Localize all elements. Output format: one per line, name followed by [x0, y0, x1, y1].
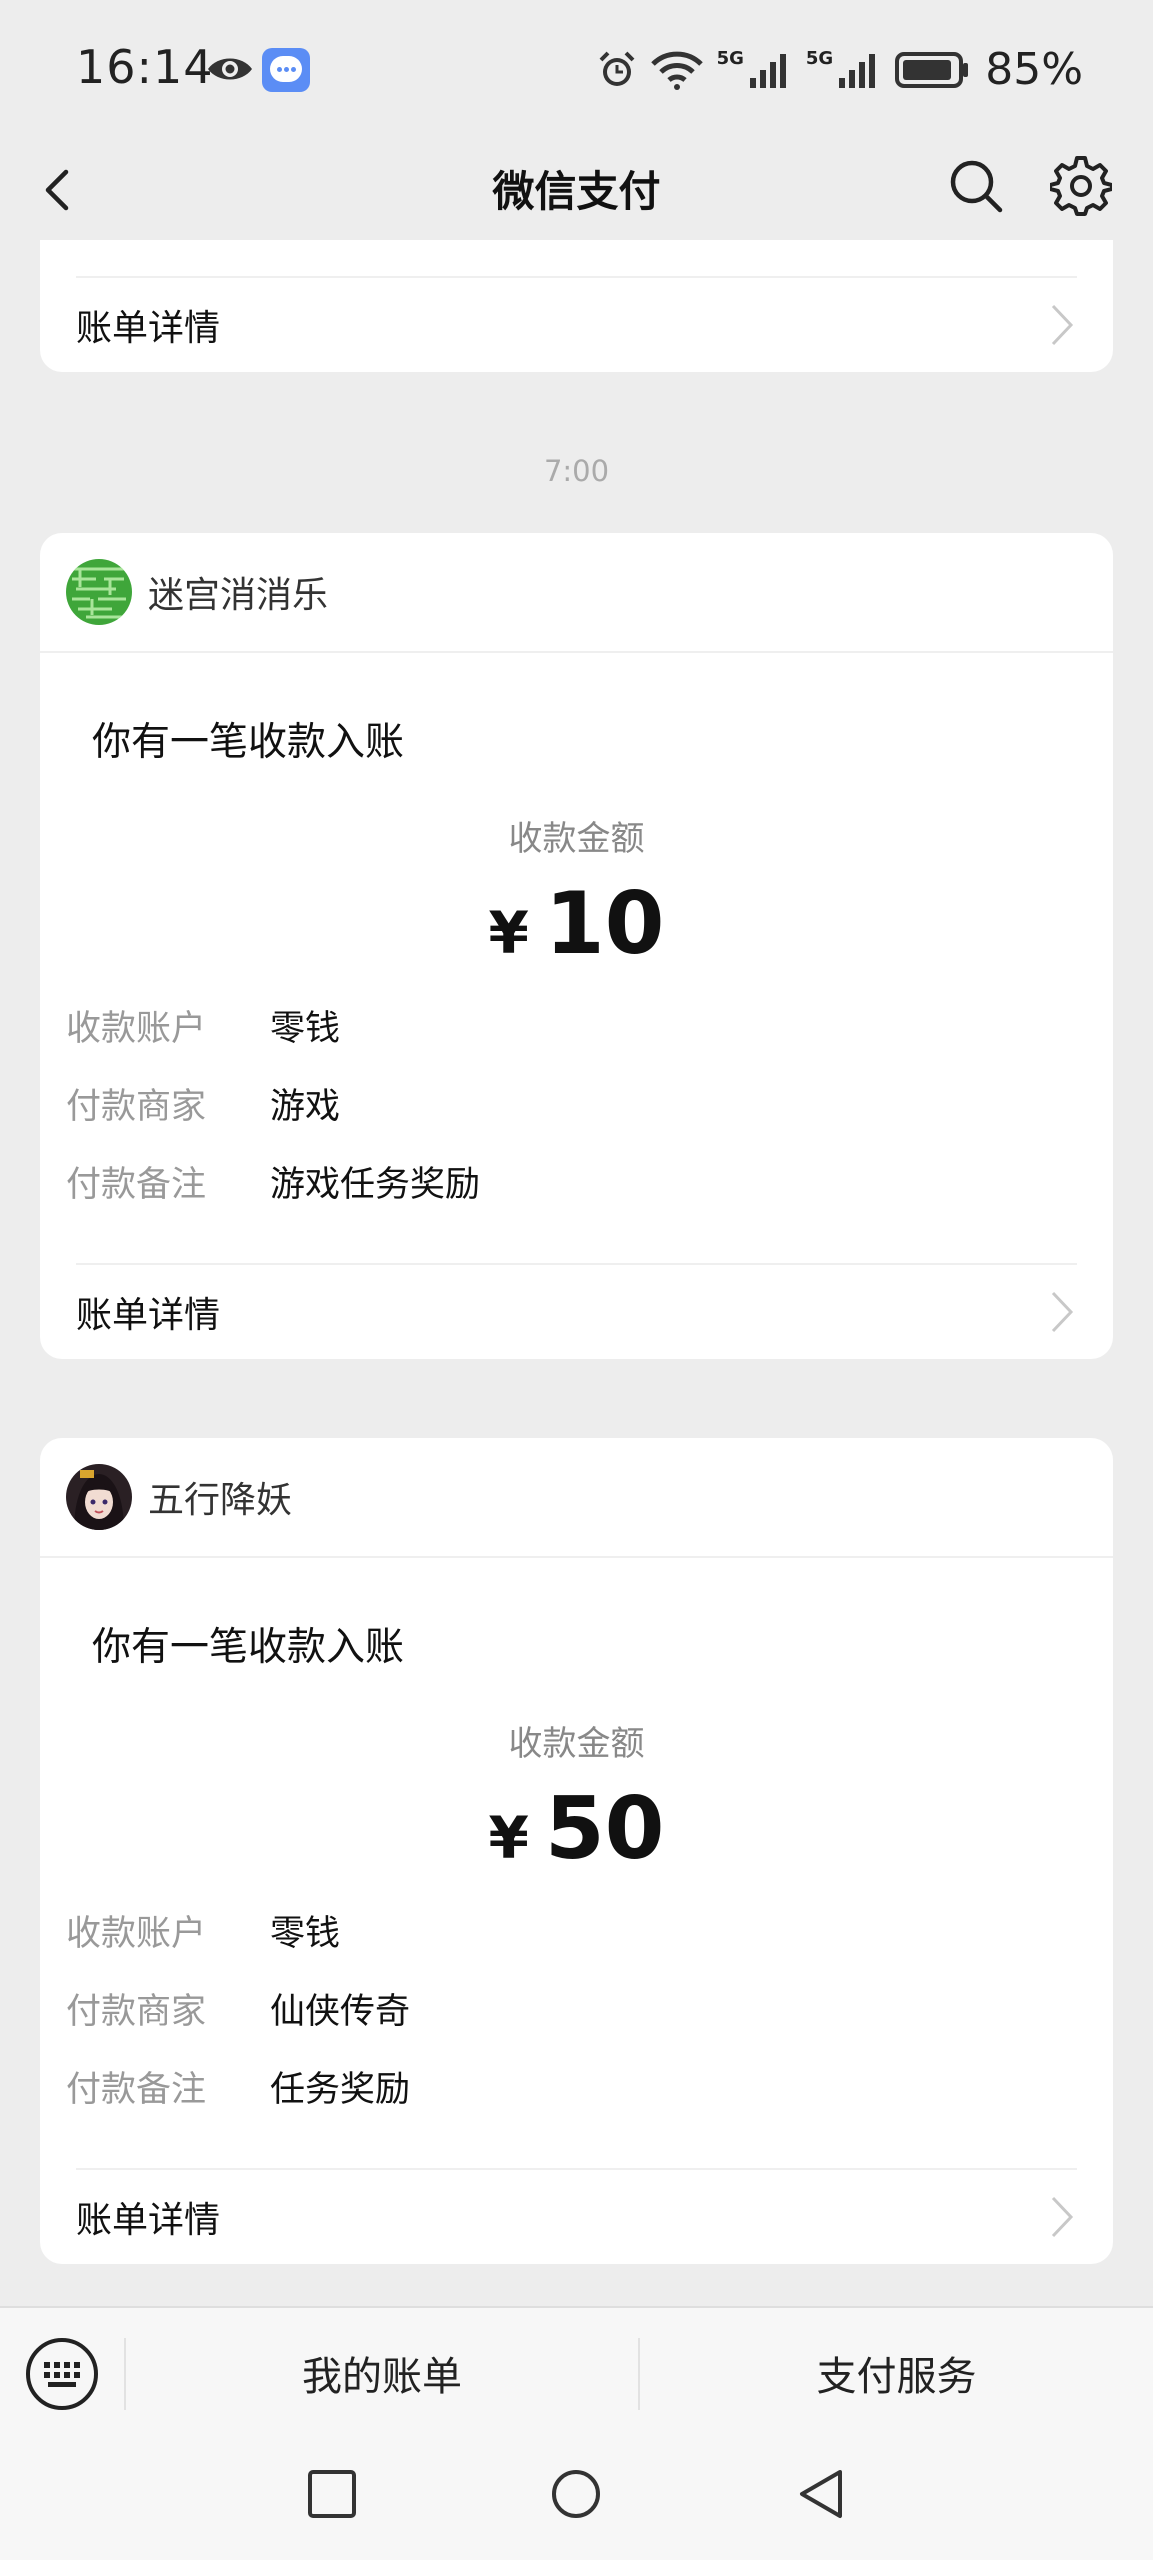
nav-bar: 微信支付 — [0, 140, 1153, 240]
home-icon[interactable] — [548, 2466, 604, 2522]
info-row: 收款账户 零钱 — [66, 1891, 1113, 1969]
alarm-icon — [599, 51, 634, 86]
battery-icon — [895, 51, 969, 88]
amount-value: ¥ 50 — [40, 1779, 1113, 1879]
search-icon[interactable] — [946, 156, 1006, 216]
gear-icon[interactable] — [1050, 154, 1112, 216]
signal-icon — [839, 53, 876, 88]
chevron-right-icon — [1051, 1291, 1074, 1333]
message-time: 7:00 — [543, 454, 610, 488]
info-value: 零钱 — [270, 1008, 341, 1049]
message-list[interactable]: 账单详情 7:00 迷宫消消乐 你有一笔收款入账 收款金额 ¥ 10 收款账户零… — [0, 240, 1153, 2306]
info-key: 收款账户 — [66, 1008, 207, 1049]
battery-percent: 85% — [985, 44, 1083, 95]
merchant-header[interactable]: 五行降妖 — [40, 1438, 1113, 1558]
info-row: 付款商家 仙侠传奇 — [66, 1969, 1113, 2047]
amount-label: 收款金额 — [508, 1724, 645, 1764]
payment-card-partial: 账单详情 — [40, 240, 1113, 372]
payment-info: 收款账户 零钱 付款商家 游戏 付款备注 游戏任务奖励 — [40, 986, 1113, 1220]
merchant-header[interactable]: 迷宫消消乐 — [40, 533, 1113, 653]
payment-card: 五行降妖 你有一笔收款入账 收款金额 ¥ 50 收款账户 零钱 付款商家 仙侠传奇 … — [40, 1438, 1113, 2264]
info-row: 付款备注 游戏任务奖励 — [66, 1142, 1113, 1220]
network-type-1: 5G — [716, 48, 744, 69]
info-key: 收款账户 — [66, 1913, 207, 1954]
system-navigation-bar — [0, 2436, 1153, 2560]
info-value: 零钱 — [270, 1913, 341, 1954]
amount-number: 10 — [544, 874, 665, 974]
maze-game-avatar — [66, 559, 132, 625]
amount-value: ¥ 10 — [40, 874, 1113, 974]
eye-icon — [208, 58, 252, 80]
bill-details-label: 账单详情 — [76, 308, 221, 349]
keyboard-icon[interactable] — [24, 2336, 100, 2412]
status-time: 16:14 — [76, 40, 214, 94]
game-character-avatar — [66, 1464, 132, 1530]
network-type-2: 5G — [805, 48, 834, 69]
status-bar: 16:14 5G 5G 85% — [0, 0, 1153, 140]
bill-details-row[interactable]: 账单详情 — [76, 1263, 1077, 1359]
info-value: 游戏任务奖励 — [270, 1164, 481, 1205]
bill-details-label: 账单详情 — [76, 1295, 221, 1336]
payment-notice: 你有一笔收款入账 — [92, 720, 405, 765]
signal-icon — [749, 53, 786, 88]
amount-number: 50 — [544, 1779, 665, 1879]
my-bills-button[interactable]: 我的账单 — [126, 2308, 638, 2438]
recents-icon[interactable] — [304, 2466, 360, 2522]
payment-info: 收款账户 零钱 付款商家 仙侠传奇 付款备注 任务奖励 — [40, 1891, 1113, 2125]
chevron-right-icon — [1051, 2196, 1074, 2238]
merchant-name: 五行降妖 — [148, 1480, 293, 1521]
back-triangle-icon[interactable] — [794, 2466, 850, 2522]
bill-details-row[interactable]: 账单详情 — [76, 2168, 1077, 2264]
chevron-right-icon — [1051, 304, 1074, 346]
info-key: 付款商家 — [66, 1991, 207, 2032]
status-icons: 5G 5G 85% — [597, 44, 1083, 95]
pay-services-button[interactable]: 支付服务 — [640, 2308, 1153, 2438]
info-key: 付款备注 — [66, 1164, 207, 1205]
info-value: 任务奖励 — [270, 2069, 411, 2110]
merchant-name: 迷宫消消乐 — [148, 575, 329, 616]
info-key: 付款备注 — [66, 2069, 207, 2110]
info-key: 付款商家 — [66, 1086, 207, 1127]
info-value: 仙侠传奇 — [270, 1991, 411, 2032]
bottom-menu-bar: 我的账单 支付服务 — [0, 2306, 1153, 2436]
amount-label: 收款金额 — [508, 819, 645, 859]
info-row: 付款备注 任务奖励 — [66, 2047, 1113, 2125]
payment-notice: 你有一笔收款入账 — [92, 1625, 405, 1670]
wifi-icon — [650, 51, 703, 90]
currency-symbol: ¥ — [488, 899, 529, 967]
info-value: 游戏 — [270, 1086, 341, 1127]
bill-details-label: 账单详情 — [76, 2200, 221, 2241]
currency-symbol: ¥ — [488, 1804, 529, 1872]
info-row: 收款账户 零钱 — [66, 986, 1113, 1064]
info-row: 付款商家 游戏 — [66, 1064, 1113, 1142]
payment-card: 迷宫消消乐 你有一笔收款入账 收款金额 ¥ 10 收款账户 零钱 付款商家 游戏 付… — [40, 533, 1113, 1359]
bill-details-row[interactable]: 账单详情 — [76, 276, 1077, 372]
message-app-icon — [262, 48, 310, 92]
